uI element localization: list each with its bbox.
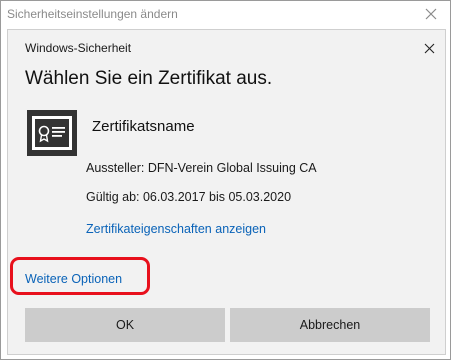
- certificate-validity: Gültig ab: 06.03.2017 bis 05.03.2020: [86, 190, 292, 204]
- outer-window: Sicherheitseinstellungen ändern Windows-…: [0, 0, 451, 360]
- ok-button[interactable]: OK: [25, 308, 225, 342]
- outer-titlebar: Sicherheitseinstellungen ändern: [1, 1, 450, 29]
- certificate-properties-link[interactable]: Zertifikateigenschaften anzeigen: [86, 222, 266, 236]
- certificate-dialog: Windows-Sicherheit Wählen Sie ein Zertif…: [7, 29, 446, 355]
- more-options-link[interactable]: Weitere Optionen: [25, 272, 122, 286]
- cancel-button[interactable]: Abbrechen: [230, 308, 430, 342]
- certificate-name[interactable]: Zertifikatsname: [92, 118, 195, 135]
- outer-close-button[interactable]: [420, 3, 442, 25]
- close-icon: [424, 43, 434, 53]
- dialog-close-button[interactable]: [419, 38, 439, 58]
- outer-window-title: Sicherheitseinstellungen ändern: [7, 7, 178, 21]
- close-icon: [425, 8, 437, 20]
- dialog-header: Windows-Sicherheit: [8, 30, 445, 64]
- certificate-icon: [25, 106, 81, 160]
- certificate-issuer: Aussteller: DFN-Verein Global Issuing CA: [86, 161, 317, 175]
- dialog-header-title: Windows-Sicherheit: [25, 41, 132, 55]
- dialog-heading: Wählen Sie ein Zertifikat aus.: [25, 68, 273, 89]
